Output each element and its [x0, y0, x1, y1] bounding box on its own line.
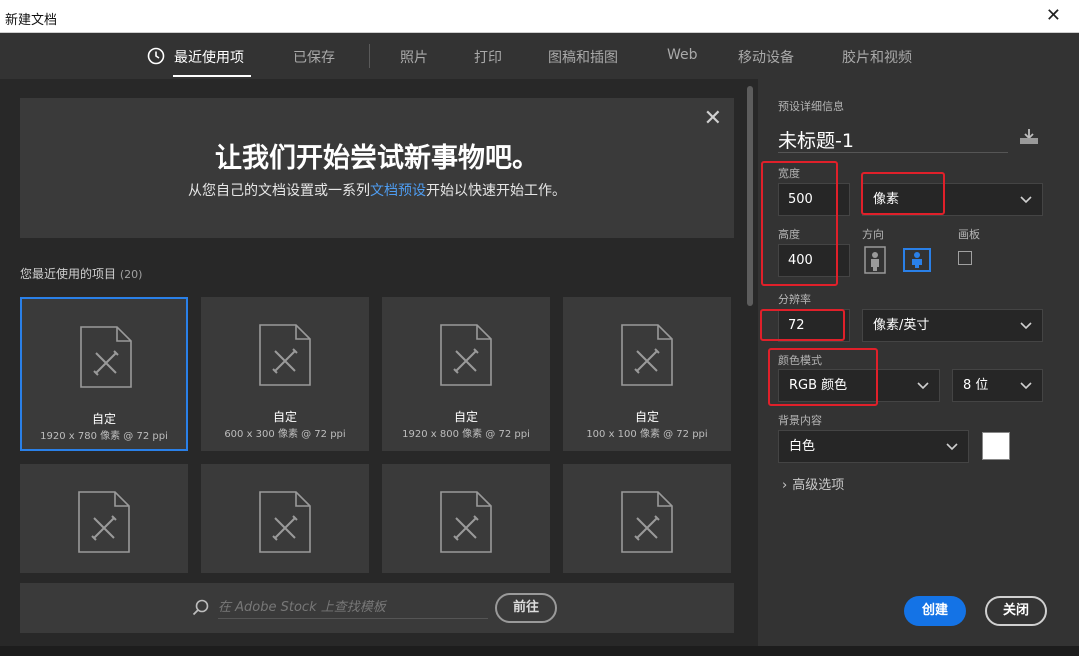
width-unit-dropdown[interactable]: 像素 — [862, 183, 1043, 216]
go-button[interactable]: 前往 — [495, 593, 557, 623]
tab-print[interactable]: 打印 — [474, 47, 502, 67]
recent-item-name: 自定 — [272, 410, 297, 424]
height-label: 高度 — [778, 228, 800, 241]
bottom-strip — [0, 646, 1079, 656]
search-icon — [192, 599, 209, 616]
resolution-label: 分辨率 — [778, 293, 811, 306]
color-mode-dropdown[interactable]: RGB 颜色 — [778, 369, 940, 402]
tab-web[interactable]: Web — [667, 47, 698, 63]
stock-search-bar: 前往 — [20, 583, 734, 633]
document-icon — [78, 491, 130, 553]
color-mode-label: 颜色模式 — [778, 354, 822, 367]
recent-item-name: 自定 — [634, 410, 659, 424]
recent-items-count: (20) — [119, 268, 143, 281]
document-icon — [440, 324, 492, 386]
artboard-checkbox[interactable] — [958, 251, 972, 265]
chevron-down-icon — [1020, 322, 1032, 330]
chevron-down-icon — [946, 443, 958, 451]
height-field[interactable]: 400 — [778, 244, 850, 277]
welcome-banner: ✕ 让我们开始尝试新事物吧。 从您自己的文档设置或一系列文档预设开始以快速开始工… — [20, 98, 734, 238]
recent-item-dimensions: 1920 x 780 像素 @ 72 ppi — [40, 431, 168, 442]
stock-search-input[interactable] — [218, 597, 488, 619]
banner-close-icon[interactable]: ✕ — [704, 106, 722, 131]
banner-title: 让我们开始尝试新事物吧。 — [215, 143, 539, 174]
landscape-orientation-icon[interactable] — [902, 245, 932, 275]
document-icon — [621, 324, 673, 386]
window-close-icon[interactable]: ✕ — [1046, 6, 1061, 26]
clock-icon — [147, 47, 165, 65]
tab-recent[interactable]: 最近使用项 — [174, 47, 244, 67]
document-name-underline — [778, 152, 1008, 153]
preset-details-label: 预设详细信息 — [778, 100, 844, 113]
portrait-orientation-icon[interactable] — [860, 245, 890, 275]
recent-item-5[interactable] — [20, 464, 188, 573]
document-icon — [621, 491, 673, 553]
document-icon — [80, 326, 132, 388]
chevron-down-icon — [1020, 382, 1032, 390]
background-color-swatch[interactable] — [982, 432, 1010, 460]
tab-art-illustration[interactable]: 图稿和插图 — [548, 47, 618, 67]
tab-mobile[interactable]: 移动设备 — [738, 47, 794, 67]
document-icon — [259, 491, 311, 553]
recent-item-4[interactable]: 自定 100 x 100 像素 @ 72 ppi — [563, 297, 731, 451]
resolution-unit-dropdown[interactable]: 像素/英寸 — [862, 309, 1043, 342]
document-icon — [259, 324, 311, 386]
recent-item-6[interactable] — [201, 464, 369, 573]
tab-photo[interactable]: 照片 — [400, 47, 428, 67]
window-titlebar: 新建文档 ✕ — [0, 0, 1079, 33]
save-preset-icon[interactable] — [1019, 128, 1039, 146]
left-scrollbar[interactable] — [747, 86, 753, 306]
tab-film-video[interactable]: 胶片和视频 — [842, 47, 912, 67]
recent-item-name: 自定 — [91, 412, 116, 426]
recent-item-name: 自定 — [453, 410, 478, 424]
recent-item-dimensions: 600 x 300 像素 @ 72 ppi — [224, 429, 346, 440]
recent-items-heading: 您最近使用的项目 (20) — [20, 267, 143, 281]
recent-item-7[interactable] — [382, 464, 550, 573]
artboard-label: 画板 — [958, 228, 980, 241]
create-button[interactable]: 创建 — [904, 596, 966, 626]
chevron-down-icon — [1020, 196, 1032, 204]
background-label: 背景内容 — [778, 414, 822, 427]
recent-item-8[interactable] — [563, 464, 731, 573]
active-tab-indicator — [173, 75, 251, 77]
width-field[interactable]: 500 — [778, 183, 850, 216]
tab-saved[interactable]: 已保存 — [293, 47, 335, 67]
recent-item-dimensions: 100 x 100 像素 @ 72 ppi — [586, 429, 708, 440]
banner-subtitle: 从您自己的文档设置或一系列文档预设开始以快速开始工作。 — [188, 183, 566, 199]
recent-item-dimensions: 1920 x 800 像素 @ 72 ppi — [402, 429, 530, 440]
recent-item-3[interactable]: 自定 1920 x 800 像素 @ 72 ppi — [382, 297, 550, 451]
orientation-label: 方向 — [862, 228, 884, 241]
document-name[interactable]: 未标题-1 — [778, 126, 854, 153]
tab-separator — [369, 44, 370, 68]
chevron-right-icon: › — [782, 478, 788, 493]
window-title: 新建文档 — [5, 13, 58, 28]
advanced-options-toggle[interactable]: › 高级选项 — [782, 474, 844, 493]
bit-depth-dropdown[interactable]: 8 位 — [952, 369, 1043, 402]
recent-item-1[interactable]: 自定 1920 x 780 像素 @ 72 ppi — [20, 297, 188, 451]
category-tabs: 最近使用项 已保存 照片 打印 图稿和插图 Web 移动设备 胶片和视频 — [0, 33, 1079, 79]
recent-item-2[interactable]: 自定 600 x 300 像素 @ 72 ppi — [201, 297, 369, 451]
chevron-down-icon — [917, 382, 929, 390]
close-button[interactable]: 关闭 — [985, 596, 1047, 626]
document-presets-link[interactable]: 文档预设 — [370, 183, 426, 199]
resolution-field[interactable]: 72 — [778, 309, 850, 342]
document-icon — [440, 491, 492, 553]
background-dropdown[interactable]: 白色 — [778, 430, 969, 463]
width-label: 宽度 — [778, 167, 800, 180]
